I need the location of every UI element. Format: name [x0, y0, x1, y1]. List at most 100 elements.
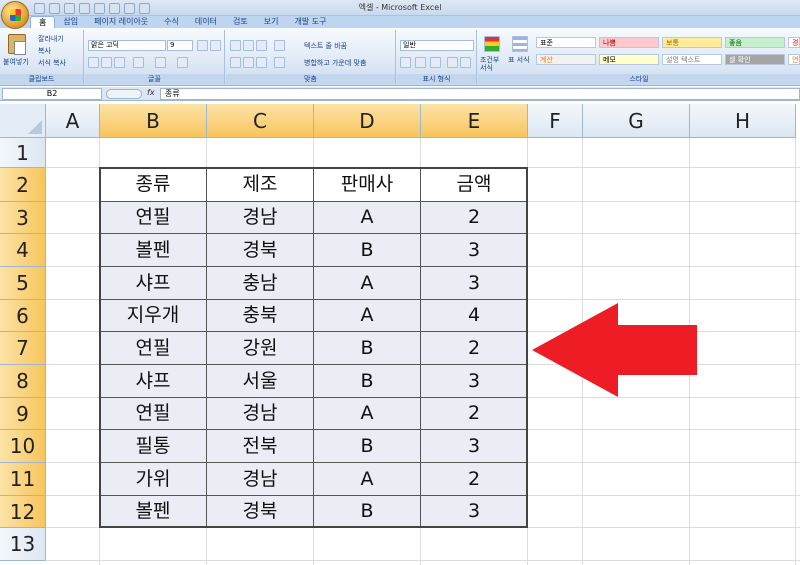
- align-bottom-icon[interactable]: [256, 40, 267, 51]
- tab-1[interactable]: 삽입: [55, 16, 86, 28]
- row-header-6[interactable]: 6: [0, 300, 46, 332]
- currency-icon[interactable]: [400, 57, 411, 68]
- table-cell[interactable]: 연필: [100, 332, 207, 365]
- table-cell[interactable]: 경북: [207, 234, 314, 267]
- table-cell[interactable]: 충북: [207, 300, 314, 332]
- formula-controls[interactable]: [106, 89, 142, 99]
- row-header-11[interactable]: 11: [0, 463, 46, 496]
- table-cell[interactable]: 연필: [100, 202, 207, 234]
- formula-input[interactable]: 종류: [160, 88, 800, 100]
- office-button[interactable]: [1, 1, 29, 29]
- row-header-13[interactable]: 13: [0, 528, 46, 561]
- style-cell[interactable]: 설명 텍스트: [662, 54, 722, 65]
- table-cell[interactable]: A: [314, 202, 421, 234]
- format-painter-button[interactable]: 서식 복사: [38, 58, 66, 68]
- align-top-icon[interactable]: [230, 40, 241, 51]
- table-cell[interactable]: 3: [421, 430, 528, 463]
- row-header-9[interactable]: 9: [0, 398, 46, 430]
- column-header-g[interactable]: G: [583, 104, 690, 138]
- column-header-h[interactable]: H: [690, 104, 796, 138]
- table-cell[interactable]: 지우개: [100, 300, 207, 332]
- tab-4[interactable]: 데이터: [187, 16, 225, 28]
- indent-icon[interactable]: [274, 57, 285, 68]
- table-cell[interactable]: 연필: [100, 398, 207, 430]
- grow-font-icon[interactable]: [197, 40, 208, 51]
- align-left-icon[interactable]: [230, 57, 241, 68]
- table-header-cell[interactable]: 판매사: [314, 168, 421, 202]
- row-header-12[interactable]: 12: [0, 496, 46, 528]
- decrease-decimal-icon[interactable]: [460, 57, 471, 68]
- row-header-1[interactable]: 1: [0, 138, 46, 168]
- percent-icon[interactable]: [415, 57, 426, 68]
- table-cell[interactable]: 3: [421, 496, 528, 528]
- table-cell[interactable]: 필통: [100, 430, 207, 463]
- wrap-text-button[interactable]: 텍스트 줄 바꿈: [304, 41, 347, 51]
- table-cell[interactable]: A: [314, 398, 421, 430]
- table-cell[interactable]: 샤프: [100, 267, 207, 300]
- table-cell[interactable]: A: [314, 300, 421, 332]
- column-header-e[interactable]: E: [421, 104, 528, 138]
- row-header-7[interactable]: 7: [0, 332, 46, 365]
- table-cell[interactable]: 2: [421, 202, 528, 234]
- copy-button[interactable]: 복사: [38, 46, 51, 56]
- style-cell[interactable]: 경고문: [788, 37, 800, 48]
- style-cell[interactable]: 계산: [536, 54, 596, 65]
- table-cell[interactable]: B: [314, 496, 421, 528]
- orientation-icon[interactable]: [274, 40, 285, 51]
- table-format-button[interactable]: 표 서식: [508, 56, 532, 64]
- border-icon[interactable]: [133, 57, 144, 68]
- row-header-8[interactable]: 8: [0, 365, 46, 398]
- cut-button[interactable]: 잘라내기: [38, 34, 64, 44]
- font-name-select[interactable]: 맑은 고딕: [88, 40, 166, 51]
- column-header-b[interactable]: B: [100, 104, 207, 138]
- comma-icon[interactable]: [430, 57, 441, 68]
- table-cell[interactable]: B: [314, 430, 421, 463]
- table-cell[interactable]: B: [314, 234, 421, 267]
- table-cell[interactable]: 3: [421, 365, 528, 398]
- table-cell[interactable]: 경남: [207, 398, 314, 430]
- table-cell[interactable]: 경북: [207, 496, 314, 528]
- table-cell[interactable]: 전북: [207, 430, 314, 463]
- table-cell[interactable]: B: [314, 332, 421, 365]
- table-cell[interactable]: 서울: [207, 365, 314, 398]
- table-header-cell[interactable]: 제조: [207, 168, 314, 202]
- style-cell[interactable]: 셀 확인: [725, 54, 785, 65]
- increase-decimal-icon[interactable]: [447, 57, 458, 68]
- row-header-4[interactable]: 4: [0, 234, 46, 267]
- tab-2[interactable]: 페이지 레이아웃: [86, 16, 156, 28]
- tab-6[interactable]: 보기: [256, 16, 287, 28]
- paste-icon[interactable]: [8, 34, 26, 55]
- row-header-10[interactable]: 10: [0, 430, 46, 463]
- column-header-c[interactable]: C: [207, 104, 314, 138]
- paste-button[interactable]: 붙여넣기: [3, 57, 29, 67]
- table-cell[interactable]: 2: [421, 463, 528, 496]
- table-cell[interactable]: B: [314, 365, 421, 398]
- tab-7[interactable]: 개발 도구: [286, 16, 334, 28]
- bold-icon[interactable]: [88, 57, 99, 68]
- table-header-cell[interactable]: 금액: [421, 168, 528, 202]
- column-header-d[interactable]: D: [314, 104, 421, 138]
- table-cell[interactable]: 강원: [207, 332, 314, 365]
- style-cell[interactable]: 나쁨: [599, 37, 659, 48]
- number-format-select[interactable]: 일반: [400, 40, 474, 51]
- font-color-icon[interactable]: [177, 57, 188, 68]
- tab-3[interactable]: 수식: [156, 16, 187, 28]
- fx-icon[interactable]: fx: [147, 88, 155, 97]
- table-cell[interactable]: 볼펜: [100, 496, 207, 528]
- style-cell[interactable]: 메모: [599, 54, 659, 65]
- align-middle-icon[interactable]: [243, 40, 254, 51]
- table-cell[interactable]: A: [314, 463, 421, 496]
- table-format-icon[interactable]: [512, 36, 528, 52]
- table-cell[interactable]: A: [314, 267, 421, 300]
- conditional-format-button[interactable]: 조건부 서식: [480, 56, 504, 72]
- conditional-format-icon[interactable]: [484, 36, 500, 52]
- align-center-icon[interactable]: [243, 57, 254, 68]
- table-cell[interactable]: 경남: [207, 463, 314, 496]
- row-header-5[interactable]: 5: [0, 267, 46, 300]
- merge-center-button[interactable]: 병합하고 가운데 맞춤: [304, 58, 366, 68]
- table-cell[interactable]: 샤프: [100, 365, 207, 398]
- style-cell[interactable]: 보통: [662, 37, 722, 48]
- shrink-font-icon[interactable]: [210, 40, 221, 51]
- style-cell[interactable]: 좋음: [725, 37, 785, 48]
- table-cell[interactable]: 3: [421, 267, 528, 300]
